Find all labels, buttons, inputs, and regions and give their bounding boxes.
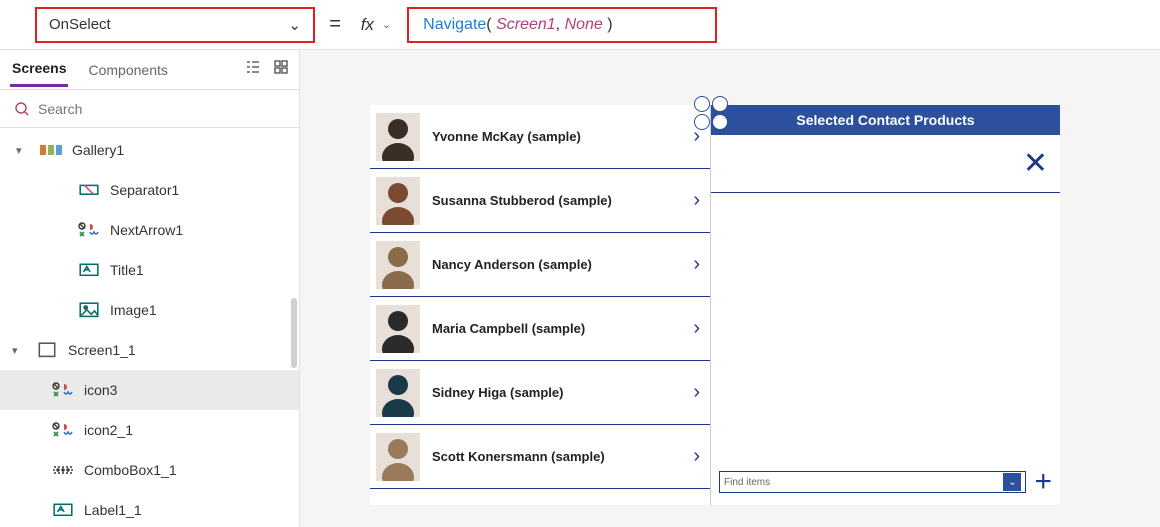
gallery-item[interactable]: Yvonne McKay (sample)› (370, 105, 710, 169)
gallery-item[interactable]: Nancy Anderson (sample) › (370, 233, 710, 297)
contact-name: Nancy Anderson (sample) (432, 257, 681, 272)
gallery-item[interactable]: Maria Campbell (sample) › (370, 297, 710, 361)
avatar (376, 305, 420, 353)
chevron-down-icon: ⌄ (382, 18, 391, 31)
tree-node-combobox[interactable]: ComboBox1_1 (0, 450, 299, 490)
gallery-item[interactable]: Sidney Higa (sample) › (370, 361, 710, 425)
tree-node-label: Screen1_1 (68, 342, 136, 358)
selected-products-pane: Selected Contact Products ✕ Find items ⌄… (710, 105, 1060, 505)
close-row: ✕ (711, 135, 1060, 193)
chevron-right-icon[interactable]: › (693, 381, 704, 404)
tree-panel: Screens Components ▾ Gallery1 Separator1… (0, 50, 300, 527)
contact-name: Maria Campbell (sample) (432, 321, 681, 336)
avatar (376, 241, 420, 289)
property-name: OnSelect (49, 16, 111, 33)
pane-header: Selected Contact Products (711, 105, 1060, 135)
contact-name: Scott Konersmann (sample) (432, 449, 681, 464)
selection-handles[interactable] (693, 95, 733, 131)
contact-name: Sidney Higa (sample) (432, 385, 681, 400)
avatar (376, 433, 420, 481)
chevron-right-icon[interactable]: › (693, 317, 704, 340)
image-icon (78, 301, 100, 319)
tree-view: ▾ Gallery1 Separator1 NextArrow1 Title1 … (0, 128, 299, 527)
chevron-right-icon[interactable]: › (693, 189, 704, 212)
pane-body (711, 193, 1060, 459)
property-selector[interactable]: OnSelect ⌄ (35, 7, 315, 43)
screen-icon (36, 341, 58, 359)
label-icon (78, 261, 100, 279)
tree-node-label: ComboBox1_1 (84, 462, 177, 478)
formula-input[interactable]: Navigate( Screen1, None ) (407, 7, 717, 43)
fx-label: fx (361, 15, 374, 35)
formula-function: Navigate (423, 16, 486, 34)
pane-title: Selected Contact Products (796, 112, 974, 128)
add-icon[interactable]: + (1034, 465, 1052, 499)
chevron-down-icon: ▾ (12, 344, 22, 357)
fx-button[interactable]: fx ⌄ (361, 15, 391, 35)
combobox-placeholder: Find items (724, 477, 770, 488)
search-box (0, 90, 299, 128)
tree-node-icon3[interactable]: icon3 (0, 370, 299, 410)
find-items-combobox[interactable]: Find items ⌄ (719, 471, 1026, 493)
avatar (376, 369, 420, 417)
canvas: Yvonne McKay (sample)›Susanna Stubberod … (300, 50, 1160, 527)
close-icon[interactable]: ✕ (1023, 146, 1048, 181)
tree-node-label: icon2_1 (84, 422, 133, 438)
tree-node-label: Title1 (110, 262, 144, 278)
search-icon (14, 101, 30, 117)
list-view-icon[interactable] (245, 59, 261, 80)
icon-group-icon (52, 381, 74, 399)
contact-name: Yvonne McKay (sample) (432, 129, 681, 144)
separator-icon (78, 181, 100, 199)
gallery-item[interactable]: Susanna Stubberod (sample) › (370, 169, 710, 233)
app-screen: Yvonne McKay (sample)›Susanna Stubberod … (370, 105, 1060, 505)
pane-footer: Find items ⌄ + (711, 459, 1060, 505)
tree-node-gallery[interactable]: ▾ Gallery1 (0, 130, 299, 170)
tree-node-screen[interactable]: ▾ Screen1_1 (0, 330, 299, 370)
grid-view-icon[interactable] (273, 59, 289, 80)
tree-node-label: Label1_1 (84, 502, 142, 518)
combobox-icon (52, 461, 74, 479)
avatar (376, 113, 420, 161)
contacts-gallery[interactable]: Yvonne McKay (sample)›Susanna Stubberod … (370, 105, 710, 505)
equals-sign: = (329, 13, 341, 36)
chevron-right-icon[interactable]: › (693, 253, 704, 276)
chevron-down-icon: ⌄ (1003, 473, 1021, 491)
tree-node-title[interactable]: Title1 (0, 250, 299, 290)
tree-node-image[interactable]: Image1 (0, 290, 299, 330)
tree-node-label[interactable]: Label1_1 (0, 490, 299, 527)
chevron-down-icon: ▾ (16, 144, 26, 157)
tree-node-icon2[interactable]: icon2_1 (0, 410, 299, 450)
tab-screens[interactable]: Screens (10, 52, 68, 87)
formula-bar: OnSelect ⌄ = fx ⌄ Navigate( Screen1, Non… (0, 0, 1160, 50)
tree-node-label: Image1 (110, 302, 157, 318)
contact-name: Susanna Stubberod (sample) (432, 193, 681, 208)
formula-arg1: Screen1 (496, 16, 556, 34)
chevron-down-icon: ⌄ (288, 16, 301, 34)
gallery-item[interactable]: Scott Konersmann (sample) › (370, 425, 710, 489)
icon-group-icon (78, 221, 100, 239)
tree-node-nextarrow[interactable]: NextArrow1 (0, 210, 299, 250)
tree-node-label: icon3 (84, 382, 117, 398)
tab-components[interactable]: Components (86, 54, 169, 86)
gallery-icon (40, 141, 62, 159)
icon-group-icon (52, 421, 74, 439)
scrollbar-thumb[interactable] (291, 298, 297, 368)
search-input[interactable] (38, 101, 285, 117)
chevron-right-icon[interactable]: › (693, 445, 704, 468)
tree-node-separator[interactable]: Separator1 (0, 170, 299, 210)
tree-node-label: Gallery1 (72, 142, 124, 158)
tree-node-label: Separator1 (110, 182, 179, 198)
tree-node-label: NextArrow1 (110, 222, 183, 238)
formula-arg2: None (565, 16, 603, 34)
label-icon (52, 501, 74, 519)
tree-tabs: Screens Components (0, 50, 299, 90)
avatar (376, 177, 420, 225)
